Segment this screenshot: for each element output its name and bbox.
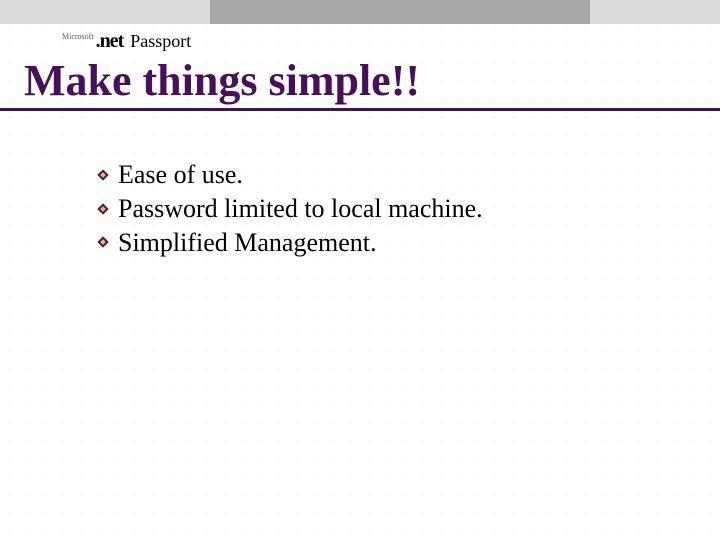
logo-dotnet-text: .net [96, 30, 124, 53]
title-underline [0, 108, 720, 111]
slide-title: Make things simple!! [24, 58, 420, 104]
bullet-text: Password limited to local machine. [118, 192, 483, 226]
diamond-bullet-icon [96, 235, 110, 249]
logo-microsoft-text: Microsoft [62, 32, 94, 41]
list-item: Ease of use. [96, 158, 483, 192]
logo-passport-text: Passport [130, 31, 191, 52]
passport-logo: Microsoft .net Passport [62, 30, 191, 53]
top-bar-dark [210, 0, 590, 24]
bullet-list: Ease of use. Password limited to local m… [96, 158, 483, 259]
bullet-text: Simplified Management. [118, 226, 377, 260]
slide: Microsoft .net Passport Make things simp… [0, 0, 720, 540]
diamond-bullet-icon [96, 202, 110, 216]
list-item: Password limited to local machine. [96, 192, 483, 226]
bullet-text: Ease of use. [118, 158, 243, 192]
diamond-bullet-icon [96, 168, 110, 182]
list-item: Simplified Management. [96, 226, 483, 260]
